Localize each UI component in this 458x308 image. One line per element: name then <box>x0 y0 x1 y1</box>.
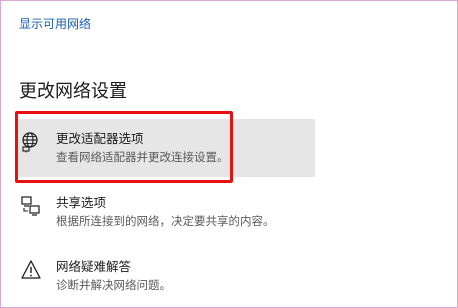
network-troubleshooter-item[interactable]: 网络疑难解答 诊断并解决网络问题。 <box>15 247 315 305</box>
warning-triangle-icon <box>20 259 42 281</box>
change-adapter-options-item[interactable]: 更改适配器选项 查看网络适配器并更改连接设置。 <box>15 119 315 177</box>
section-title: 更改网络设置 <box>19 81 127 102</box>
item-title: 网络疑难解答 <box>56 259 132 274</box>
globe-monitor-icon <box>20 131 42 153</box>
item-title: 共享选项 <box>56 195 107 210</box>
sharing-options-item[interactable]: 共享选项 根据所连接到的网络，决定要共享的内容。 <box>15 183 315 241</box>
item-title: 更改适配器选项 <box>56 131 144 146</box>
item-description: 诊断并解决网络问题。 <box>56 278 171 292</box>
item-description: 根据所连接到的网络，决定要共享的内容。 <box>56 214 275 228</box>
sharing-computers-icon <box>20 195 42 217</box>
item-description: 查看网络适配器并更改连接设置。 <box>56 150 229 164</box>
show-available-networks-link[interactable]: 显示可用网络 <box>19 15 91 32</box>
settings-panel: 显示可用网络 更改网络设置 更改适配器选项 查看网络适配器并更改连接设置。 共享… <box>0 0 458 308</box>
